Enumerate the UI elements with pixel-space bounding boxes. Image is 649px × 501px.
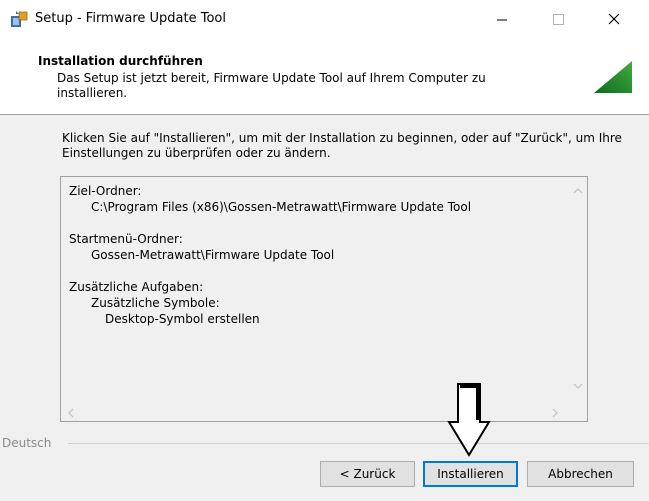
maximize-button[interactable] bbox=[542, 6, 574, 32]
tasks-item: Desktop-Symbol erstellen bbox=[105, 312, 260, 326]
arrow-cursor-icon bbox=[447, 383, 491, 457]
cancel-button[interactable]: Abbrechen bbox=[527, 461, 634, 487]
language-divider bbox=[68, 443, 649, 444]
install-button[interactable]: Installieren bbox=[423, 461, 518, 487]
ready-memo[interactable]: Ziel-Ordner: C:\Program Files (x86)\Goss… bbox=[60, 176, 588, 422]
dest-label: Ziel-Ordner: bbox=[69, 184, 142, 198]
scrollbar-corner bbox=[569, 403, 587, 421]
page-title: Installation durchführen bbox=[38, 54, 203, 68]
page-description: Das Setup ist jetzt bereit, Firmware Upd… bbox=[57, 71, 486, 100]
window-title: Setup - Firmware Update Tool bbox=[35, 11, 226, 26]
start-menu-label: Startmenü-Ordner: bbox=[69, 232, 183, 246]
tasks-sub-label: Zusätzliche Symbole: bbox=[91, 296, 220, 310]
dest-value: C:\Program Files (x86)\Gossen-Metrawatt\… bbox=[91, 200, 472, 214]
start-menu-value: Gossen-Metrawatt\Firmware Update Tool bbox=[91, 248, 335, 262]
language-label: Deutsch bbox=[2, 436, 52, 450]
title-bar: Setup - Firmware Update Tool bbox=[0, 0, 649, 38]
maximize-icon bbox=[553, 14, 564, 25]
intro-text: Klicken Sie auf "Installieren", um mit d… bbox=[62, 131, 622, 160]
scroll-up-icon[interactable] bbox=[573, 187, 583, 195]
wizard-header: Installation durchführen Das Setup ist j… bbox=[0, 38, 649, 115]
vertical-scrollbar[interactable] bbox=[569, 177, 587, 404]
close-button[interactable] bbox=[598, 6, 630, 32]
scroll-down-icon[interactable] bbox=[573, 382, 583, 390]
scroll-left-icon[interactable] bbox=[67, 408, 75, 418]
scroll-right-icon[interactable] bbox=[551, 408, 559, 418]
minimize-icon bbox=[497, 19, 507, 21]
memo-content: Ziel-Ordner: C:\Program Files (x86)\Goss… bbox=[61, 177, 569, 404]
green-triangle-logo bbox=[594, 61, 632, 93]
back-button[interactable]: < Zurück bbox=[320, 461, 415, 487]
tasks-label: Zusätzliche Aufgaben: bbox=[69, 280, 204, 294]
close-icon bbox=[608, 13, 620, 25]
minimize-button[interactable] bbox=[486, 6, 518, 32]
installer-icon bbox=[11, 11, 28, 27]
